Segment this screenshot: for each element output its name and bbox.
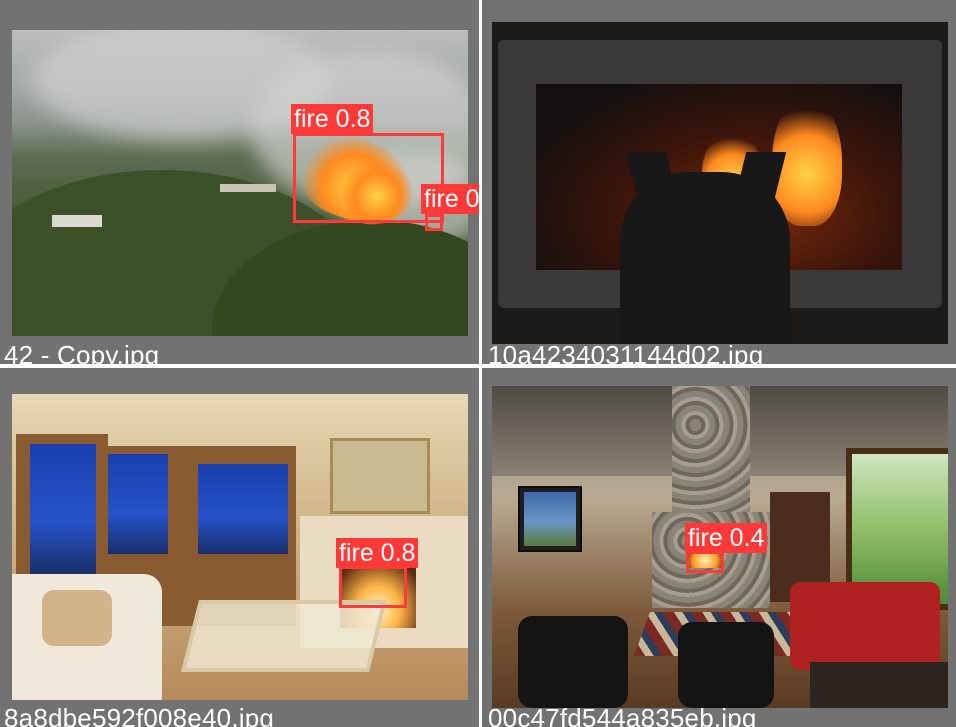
wall-tv xyxy=(518,486,582,552)
detection-label: fire 0.4 xyxy=(685,523,768,553)
image-filename: 00c47fd544a835eb.jpg xyxy=(488,703,757,727)
grid-cell-1: fire 0.8 fire 0.5 42 - Copy.jpg xyxy=(0,0,479,364)
detection-box xyxy=(425,214,443,231)
stone-chimney xyxy=(672,386,750,516)
detection-box xyxy=(339,566,407,608)
grid-cell-2: 10a4234031144d02.jpg xyxy=(482,0,956,364)
image-filename: 10a4234031144d02.jpg xyxy=(488,340,764,364)
pillow xyxy=(42,590,112,646)
window-view xyxy=(30,444,96,574)
mirror xyxy=(330,438,430,514)
detection-box xyxy=(686,551,724,573)
window-view xyxy=(108,454,168,554)
house xyxy=(220,184,276,192)
armchair xyxy=(518,616,628,708)
coffee-table xyxy=(181,600,387,672)
detection-label: fire 0.5 xyxy=(421,184,479,214)
image-grid: fire 0.8 fire 0.5 42 - Copy.jpg 10a42340… xyxy=(0,0,956,727)
detection-label: fire 0.8 xyxy=(291,104,374,134)
red-sofa xyxy=(790,582,940,670)
window-view xyxy=(198,464,288,554)
grid-cell-4: fire 0.4 00c47fd544a835eb.jpg xyxy=(482,368,956,727)
house xyxy=(52,215,102,227)
tv-screen xyxy=(524,492,576,546)
side-table xyxy=(810,662,948,708)
detection-label: fire 0.8 xyxy=(336,538,419,568)
image-filename: 42 - Copy.jpg xyxy=(4,340,160,364)
armchair xyxy=(678,622,774,708)
image-fireplace-cat xyxy=(492,22,948,344)
grid-cell-3: fire 0.8 8a8dbe592f008e40.jpg xyxy=(0,368,479,727)
image-filename: 8a8dbe592f008e40.jpg xyxy=(4,703,275,727)
